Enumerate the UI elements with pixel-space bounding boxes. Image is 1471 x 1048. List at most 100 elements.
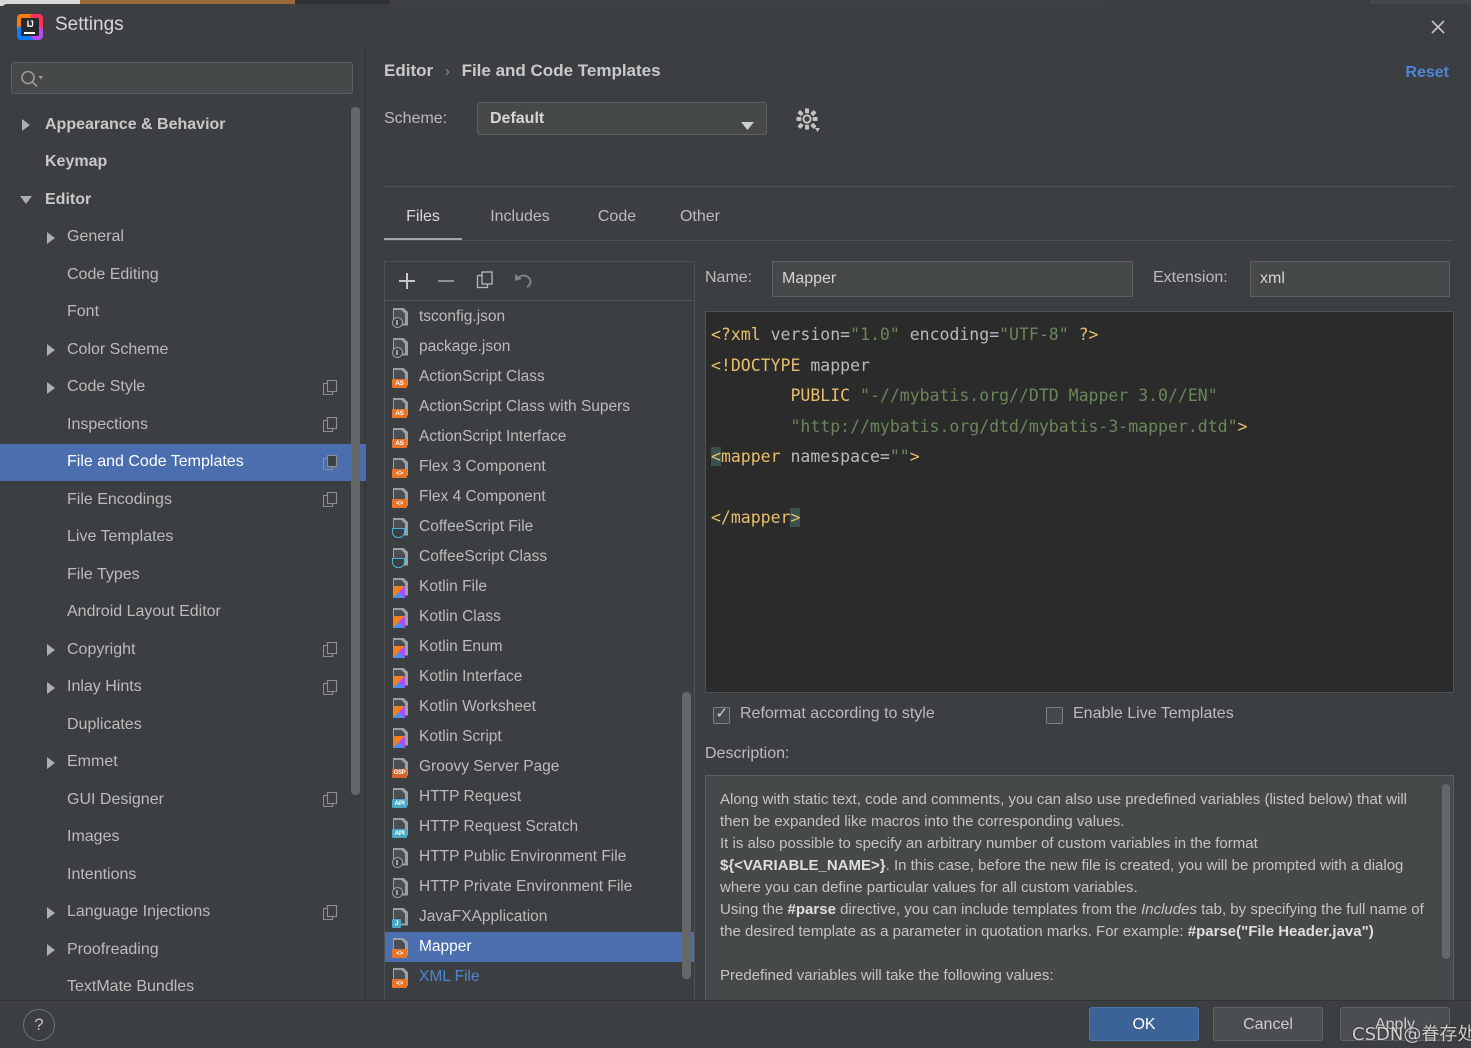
sidebar-item-duplicates[interactable]: Duplicates bbox=[0, 706, 366, 744]
reformat-checkbox-label[interactable]: Reformat according to style bbox=[740, 705, 935, 723]
live-templates-checkbox-label[interactable]: Enable Live Templates bbox=[1073, 705, 1234, 723]
sidebar-item-emmet[interactable]: Emmet bbox=[0, 744, 366, 782]
add-template-button[interactable] bbox=[393, 268, 421, 294]
sidebar-item-label: Code Style bbox=[67, 378, 146, 396]
sidebar-item-intentions[interactable]: Intentions bbox=[0, 856, 366, 894]
template-list-item[interactable]: API HTTP Request Scratch bbox=[385, 812, 694, 842]
live-templates-checkbox[interactable] bbox=[1046, 707, 1063, 724]
sidebar-item-images[interactable]: Images bbox=[0, 819, 366, 857]
template-list-item[interactable]: API HTTP Request bbox=[385, 782, 694, 812]
xml-file-icon: <> bbox=[392, 487, 411, 508]
template-list-item-label: JavaFXApplication bbox=[419, 908, 548, 925]
sidebar-item-android-layout-editor[interactable]: Android Layout Editor bbox=[0, 594, 366, 632]
code-line: <mapper namespace=""> bbox=[711, 447, 920, 466]
template-list-item[interactable]: AS ActionScript Class with Supers bbox=[385, 392, 694, 422]
template-list-item[interactable]: <> Flex 4 Component bbox=[385, 482, 694, 512]
extension-input[interactable] bbox=[1250, 261, 1450, 297]
sidebar-item-file-and-code-templates[interactable]: File and Code Templates bbox=[0, 443, 366, 481]
template-list-item[interactable]: CoffeeScript File bbox=[385, 512, 694, 542]
close-icon[interactable] bbox=[1423, 12, 1453, 40]
chevron-right-icon[interactable] bbox=[44, 343, 58, 357]
template-list-item-label: Kotlin Class bbox=[419, 608, 501, 625]
sidebar-item-label: TextMate Bundles bbox=[67, 978, 195, 996]
template-list-item[interactable]: <> Mapper bbox=[385, 932, 694, 962]
gear-icon[interactable] bbox=[794, 106, 822, 134]
breadcrumb-parent[interactable]: Editor bbox=[384, 61, 433, 80]
sidebar-item-gui-designer[interactable]: GUI Designer bbox=[0, 781, 366, 819]
template-list-item[interactable]: tsconfig.json bbox=[385, 302, 694, 332]
sidebar-item-inspections[interactable]: Inspections bbox=[0, 406, 366, 444]
remove-template-button[interactable] bbox=[432, 268, 460, 294]
sidebar-item-copyright[interactable]: Copyright bbox=[0, 631, 366, 669]
help-icon[interactable]: ? bbox=[23, 1009, 55, 1041]
sidebar-item-general[interactable]: General bbox=[0, 219, 366, 257]
tab-other[interactable]: Other bbox=[658, 200, 742, 241]
chevron-right-icon[interactable] bbox=[44, 943, 58, 957]
sidebar-item-inlay-hints[interactable]: Inlay Hints bbox=[0, 669, 366, 707]
template-list-item[interactable]: Kotlin File bbox=[385, 572, 694, 602]
template-list-item-label: CoffeeScript File bbox=[419, 518, 534, 535]
chevron-right-icon[interactable] bbox=[44, 756, 58, 770]
sidebar-item-code-style[interactable]: Code Style bbox=[0, 369, 366, 407]
template-list-item[interactable]: package.json bbox=[385, 332, 694, 362]
cancel-button[interactable]: Cancel bbox=[1213, 1007, 1323, 1041]
template-list-item[interactable]: Kotlin Interface bbox=[385, 662, 694, 692]
sidebar-item-font[interactable]: Font bbox=[0, 294, 366, 332]
project-level-setting-icon bbox=[322, 454, 338, 470]
chevron-right-icon[interactable] bbox=[44, 381, 58, 395]
copy-template-button[interactable] bbox=[471, 268, 499, 294]
sidebar-item-label: Proofreading bbox=[67, 940, 159, 958]
sidebar-item-proofreading[interactable]: Proofreading bbox=[0, 931, 366, 969]
template-list-item[interactable]: <> XML File bbox=[385, 962, 694, 992]
template-list-item[interactable]: Kotlin Class bbox=[385, 602, 694, 632]
template-list-item[interactable]: GSP Groovy Server Page bbox=[385, 752, 694, 782]
scheme-label: Scheme: bbox=[384, 110, 448, 127]
tab-includes[interactable]: Includes bbox=[464, 200, 576, 241]
template-list-item[interactable]: AS ActionScript Interface bbox=[385, 422, 694, 452]
chevron-right-icon[interactable] bbox=[44, 231, 58, 245]
chevron-right-icon[interactable] bbox=[19, 118, 33, 132]
tab-code[interactable]: Code bbox=[578, 200, 656, 241]
template-list-item[interactable]: HTTP Public Environment File bbox=[385, 842, 694, 872]
template-list-item[interactable]: <> Flex 3 Component bbox=[385, 452, 694, 482]
sidebar-item-file-types[interactable]: File Types bbox=[0, 556, 366, 594]
chevron-right-icon[interactable] bbox=[44, 643, 58, 657]
json-file-icon bbox=[392, 337, 411, 358]
search-box[interactable] bbox=[11, 62, 353, 94]
sidebar-item-textmate-bundles[interactable]: TextMate Bundles bbox=[0, 969, 366, 1002]
template-list-scrollbar[interactable] bbox=[682, 692, 691, 979]
ok-button[interactable]: OK bbox=[1089, 1007, 1199, 1041]
http-request-icon: API bbox=[392, 787, 411, 808]
template-list-item-label: Mapper bbox=[419, 938, 472, 955]
template-list-item[interactable]: Kotlin Worksheet bbox=[385, 692, 694, 722]
reformat-checkbox[interactable] bbox=[713, 704, 730, 724]
sidebar-scrollbar[interactable] bbox=[351, 107, 360, 795]
chevron-down-icon[interactable] bbox=[19, 193, 33, 207]
sidebar-item-code-editing[interactable]: Code Editing bbox=[0, 256, 366, 294]
description-scrollbar[interactable] bbox=[1442, 784, 1450, 959]
template-list-item[interactable]: AS ActionScript Class bbox=[385, 362, 694, 392]
sidebar-item-appearance-behavior[interactable]: Appearance & Behavior bbox=[0, 106, 366, 144]
chevron-right-icon[interactable] bbox=[44, 906, 58, 920]
search-input[interactable] bbox=[48, 63, 348, 93]
template-list-item[interactable]: Kotlin Enum bbox=[385, 632, 694, 662]
reset-link[interactable]: Reset bbox=[1405, 64, 1449, 82]
sidebar-item-color-scheme[interactable]: Color Scheme bbox=[0, 331, 366, 369]
template-list-item[interactable]: HTTP Private Environment File bbox=[385, 872, 694, 902]
template-list-item[interactable]: CoffeeScript Class bbox=[385, 542, 694, 572]
template-list-item[interactable]: J JavaFXApplication bbox=[385, 902, 694, 932]
reset-template-button[interactable] bbox=[510, 268, 538, 294]
name-input[interactable] bbox=[772, 261, 1133, 297]
apply-button[interactable]: Apply bbox=[1340, 1007, 1450, 1041]
sidebar-item-label: Live Templates bbox=[67, 528, 174, 546]
tab-files[interactable]: Files bbox=[384, 200, 462, 241]
sidebar-item-file-encodings[interactable]: File Encodings bbox=[0, 481, 366, 519]
chevron-right-icon[interactable] bbox=[44, 681, 58, 695]
template-list-item[interactable]: Kotlin Script bbox=[385, 722, 694, 752]
template-code-editor[interactable]: <?xml version="1.0" encoding="UTF-8" ?> <… bbox=[705, 311, 1454, 693]
sidebar-item-keymap[interactable]: Keymap bbox=[0, 144, 366, 182]
sidebar-item-editor[interactable]: Editor bbox=[0, 181, 366, 219]
sidebar-item-language-injections[interactable]: Language Injections bbox=[0, 894, 366, 932]
scheme-dropdown[interactable]: Default bbox=[477, 102, 767, 135]
sidebar-item-live-templates[interactable]: Live Templates bbox=[0, 519, 366, 557]
